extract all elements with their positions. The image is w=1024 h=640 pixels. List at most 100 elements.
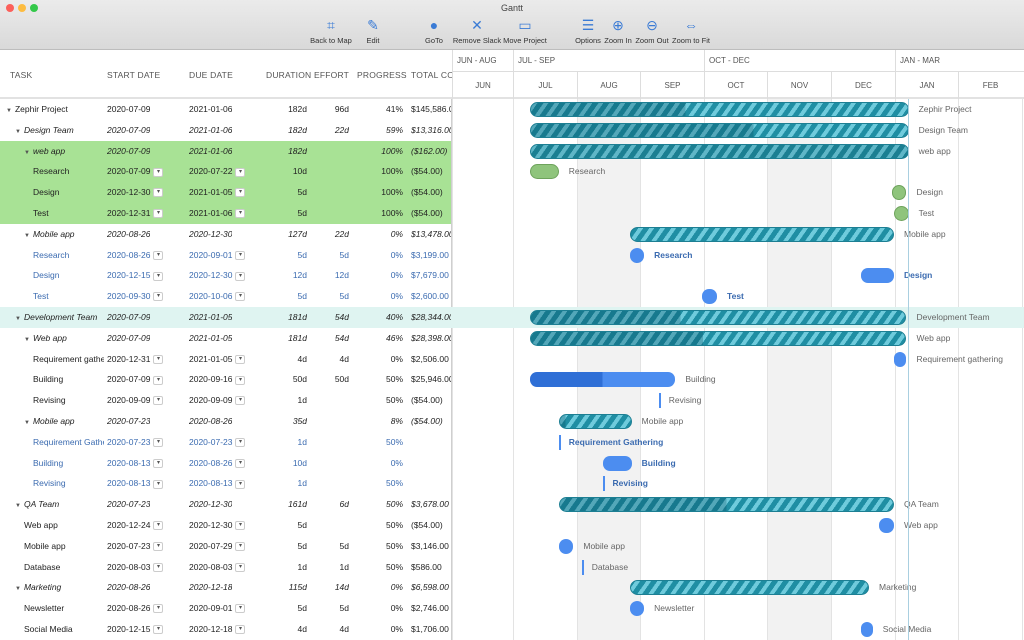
due-date[interactable]: 2020-07-23 <box>189 437 232 447</box>
gantt-bar[interactable] <box>529 310 907 325</box>
toolbar-zoom-to-fit-button[interactable]: ⇔ Zoom to Fit <box>661 16 721 45</box>
column-header[interactable]: TASK <box>10 70 32 80</box>
start-date[interactable]: 2020-08-26 <box>107 250 150 260</box>
date-picker-button[interactable]: ▾ <box>235 354 246 364</box>
start-date[interactable]: 2020-08-13 <box>107 478 150 488</box>
start-date[interactable]: 2020-12-31 <box>107 208 150 218</box>
start-date[interactable]: 2020-07-09 <box>107 146 150 156</box>
start-date[interactable]: 2020-07-23 <box>107 416 150 426</box>
due-date[interactable]: 2020-12-30 <box>189 520 232 530</box>
gantt-bar[interactable] <box>894 351 907 367</box>
table-row[interactable]: Mobile app 2020-07-23 ▾ 2020-07-29 ▾ 5d 5d 50% $… <box>0 536 1024 557</box>
date-picker-button[interactable]: ▾ <box>153 167 164 177</box>
table-row[interactable]: Test 2020-12-31 ▾ 2021-01-06 ▾ 5d 100% ($54.00)… <box>0 203 1024 224</box>
gantt-bar[interactable] <box>529 122 909 138</box>
date-picker-button[interactable]: ▾ <box>235 188 246 198</box>
date-picker-button[interactable]: ▾ <box>153 271 164 281</box>
date-picker-button[interactable]: ▾ <box>235 521 246 531</box>
date-picker-button[interactable]: ▾ <box>153 188 164 198</box>
table-row[interactable]: ▼ web app 2020-07-09 2021-01-06 182d 100% ($16… <box>0 140 1024 162</box>
due-date[interactable]: 2020-08-26 <box>189 416 232 426</box>
milestone-marker[interactable] <box>602 476 605 492</box>
date-picker-button[interactable]: ▾ <box>153 292 164 302</box>
date-picker-button[interactable]: ▾ <box>235 479 246 489</box>
gantt-bar[interactable] <box>629 580 869 596</box>
gantt-bar[interactable] <box>558 497 894 513</box>
start-date[interactable]: 2020-09-30 <box>107 291 150 301</box>
table-row[interactable]: ▼ Development Team 2020-07-09 2021-01-05 181… <box>0 307 1024 328</box>
start-date[interactable]: 2020-07-09 <box>107 374 150 384</box>
table-row[interactable]: Revising 2020-08-13 ▾ 2020-08-13 ▾ 1d 50% Revis… <box>0 473 1024 494</box>
due-date[interactable]: 2020-09-09 <box>189 395 232 405</box>
table-row[interactable]: ▼ Marketing 2020-08-26 2020-12-18 115d 14d 0% $… <box>0 577 1024 598</box>
gantt-bar[interactable] <box>529 372 676 388</box>
table-row[interactable]: ▼ Design Team 2020-07-09 2021-01-06 182d 22d 5… <box>0 120 1024 141</box>
start-date[interactable]: 2020-12-15 <box>107 270 150 280</box>
due-date[interactable]: 2021-01-06 <box>189 104 232 114</box>
gantt-bar[interactable] <box>602 455 632 471</box>
gantt-bar[interactable] <box>879 518 894 533</box>
table-row[interactable]: Requirement gathering2020-12-31▾2021-01-… <box>0 349 1024 370</box>
milestone-marker[interactable] <box>558 434 561 450</box>
due-date[interactable]: 2020-08-13 <box>189 478 232 488</box>
due-date[interactable]: 2021-01-06 <box>189 146 232 156</box>
column-header[interactable]: DURATION <box>266 70 311 80</box>
milestone-marker[interactable] <box>658 393 661 409</box>
disclosure-triangle-icon[interactable]: ▼ <box>15 503 21 509</box>
date-picker-button[interactable]: ▾ <box>235 396 246 406</box>
due-date[interactable]: 2021-01-06 <box>189 208 232 218</box>
column-header[interactable]: PROGRESS <box>357 70 407 80</box>
gantt-bar[interactable] <box>629 226 894 242</box>
start-date[interactable]: 2020-07-23 <box>107 437 150 447</box>
due-date[interactable]: 2020-08-26 <box>189 458 232 468</box>
date-picker-button[interactable]: ▾ <box>235 625 246 635</box>
due-date[interactable]: 2020-07-22 <box>189 166 232 176</box>
start-date[interactable]: 2020-08-26 <box>107 603 150 613</box>
start-date[interactable]: 2020-12-15 <box>107 624 150 634</box>
date-picker-button[interactable]: ▾ <box>235 562 246 572</box>
column-header[interactable]: DUE DATE <box>189 70 233 80</box>
table-row[interactable]: Revising 2020-09-09 ▾ 2020-09-09 ▾ 1d 50% ($54.… <box>0 390 1024 411</box>
due-date[interactable]: 2021-01-06 <box>189 125 232 135</box>
due-date[interactable]: 2020-08-03 <box>189 562 232 572</box>
date-picker-button[interactable]: ▾ <box>153 458 164 468</box>
date-picker-button[interactable]: ▾ <box>235 458 246 468</box>
date-picker-button[interactable]: ▾ <box>235 542 246 552</box>
date-picker-button[interactable]: ▾ <box>235 271 246 281</box>
start-date[interactable]: 2020-08-03 <box>107 562 150 572</box>
table-row[interactable]: ▼ Mobile app 2020-07-23 2020-08-26 35d 8% ($54… <box>0 411 1024 432</box>
start-date[interactable]: 2020-08-13 <box>107 458 150 468</box>
table-row[interactable]: ▼ QA Team 2020-07-23 2020-12-30 161d 6d 50% $3,… <box>0 494 1024 515</box>
date-picker-button[interactable]: ▾ <box>153 562 164 572</box>
start-date[interactable]: 2020-07-09 <box>107 125 150 135</box>
date-picker-button[interactable]: ▾ <box>235 604 246 614</box>
table-row[interactable]: ▼ Mobile app 2020-08-26 2020-12-30 127d 22d 0%… <box>0 224 1024 245</box>
due-date[interactable]: 2020-07-29 <box>189 541 232 551</box>
disclosure-triangle-icon[interactable]: ▼ <box>24 420 30 426</box>
table-row[interactable]: ▼ Zephir Project 2020-07-09 2021-01-06 182d 9… <box>0 99 1024 120</box>
table-row[interactable]: Newsletter 2020-08-26 ▾ 2020-09-01 ▾ 5d 5d 0% $2… <box>0 598 1024 619</box>
date-picker-button[interactable]: ▾ <box>153 542 164 552</box>
gantt-bar[interactable] <box>529 102 909 117</box>
start-date[interactable]: 2020-12-24 <box>107 520 150 530</box>
due-date[interactable]: 2021-01-05 <box>189 187 232 197</box>
gantt-bar[interactable] <box>891 185 907 201</box>
disclosure-triangle-icon[interactable]: ▼ <box>24 337 30 343</box>
date-picker-button[interactable]: ▾ <box>153 396 164 406</box>
start-date[interactable]: 2020-12-30 <box>107 187 150 197</box>
disclosure-triangle-icon[interactable]: ▼ <box>24 150 30 156</box>
gantt-bar[interactable] <box>860 622 873 637</box>
date-picker-button[interactable]: ▾ <box>235 250 246 260</box>
date-picker-button[interactable]: ▾ <box>153 375 164 385</box>
due-date[interactable]: 2020-09-01 <box>189 603 232 613</box>
table-row[interactable]: Requirement Gathering2020-07-23▾2020-07-… <box>0 432 1024 453</box>
start-date[interactable]: 2020-07-09 <box>107 166 150 176</box>
table-row[interactable]: Social Media 2020-12-15 ▾ 2020-12-18 ▾ 4d 4d 0%… <box>0 619 1024 640</box>
disclosure-triangle-icon[interactable]: ▼ <box>15 129 21 135</box>
due-date[interactable]: 2021-01-05 <box>189 354 232 364</box>
column-header[interactable]: EFFORT <box>314 70 349 80</box>
due-date[interactable]: 2020-12-30 <box>189 229 232 239</box>
toolbar-edit-button[interactable]: ✎ Edit <box>343 16 403 45</box>
gantt-bar[interactable] <box>558 538 574 554</box>
start-date[interactable]: 2020-07-09 <box>107 333 150 343</box>
